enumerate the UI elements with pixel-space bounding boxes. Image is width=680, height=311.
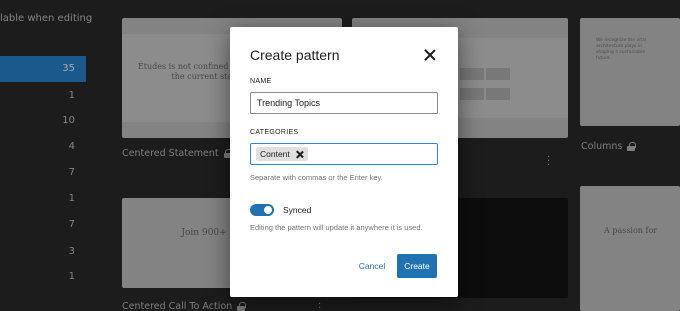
- modal-title: Create pattern: [250, 47, 340, 63]
- pattern-name-input[interactable]: [250, 92, 438, 114]
- category-token-label: Content: [260, 149, 290, 159]
- categories-help-text: Separate with commas or the Enter key.: [250, 173, 383, 182]
- synced-label: Synced: [283, 205, 312, 215]
- name-label: NAME: [250, 78, 272, 85]
- cancel-button[interactable]: Cancel: [350, 255, 394, 277]
- categories-input[interactable]: Content: [250, 143, 438, 165]
- categories-label: CATEGORIES: [250, 129, 299, 136]
- close-icon[interactable]: [422, 47, 438, 63]
- remove-token-icon[interactable]: [295, 150, 304, 159]
- create-pattern-modal: Create pattern NAME CATEGORIES Content S…: [230, 27, 458, 297]
- synced-toggle[interactable]: [250, 204, 274, 216]
- category-token: Content: [256, 147, 308, 161]
- toggle-knob: [264, 206, 272, 214]
- synced-help-text: Editing the pattern will update it anywh…: [250, 223, 423, 232]
- create-button[interactable]: Create: [397, 254, 437, 278]
